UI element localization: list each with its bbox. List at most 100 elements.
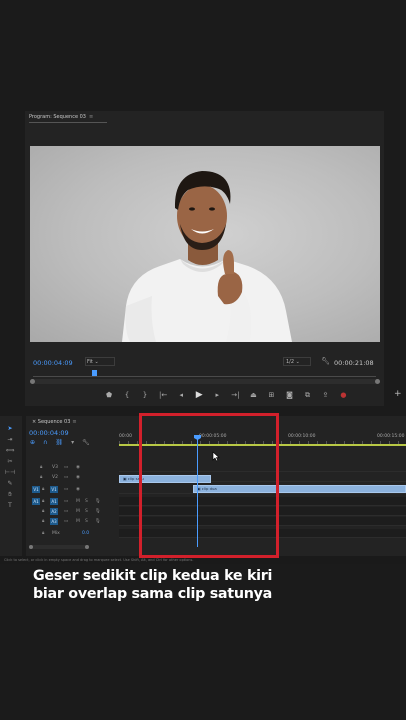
selection-tool-icon[interactable]: ➤ xyxy=(4,424,16,433)
mark-out-icon[interactable]: } xyxy=(141,391,149,399)
solo-button[interactable]: S xyxy=(85,507,88,516)
source-patch-a1[interactable]: A1 xyxy=(32,498,40,505)
record-icon[interactable]: ● xyxy=(339,391,347,399)
scroll-handle-left[interactable] xyxy=(30,379,35,384)
track-label: V3 xyxy=(52,465,58,470)
step-forward-icon[interactable]: ▸ xyxy=(213,391,221,399)
ruler-tick-label: 00:00:15:00 xyxy=(377,434,405,439)
sync-lock-icon[interactable]: ▭ xyxy=(64,497,68,506)
program-monitor-tab[interactable]: Program: Sequence 03 ≡ xyxy=(29,114,93,120)
track-header-v2: 🔒︎ V2 ▭ ◉ xyxy=(32,473,118,482)
program-monitor-panel: Program: Sequence 03 ≡ 00:00:04:09 Fit ⌄… xyxy=(25,111,402,406)
panel-menu-icon[interactable]: ≡ xyxy=(89,114,93,120)
settings-wrench-icon[interactable]: 🔧︎ xyxy=(321,357,330,365)
chevron-down-icon: ⌄ xyxy=(94,359,99,365)
target-track-a1[interactable]: A1 xyxy=(50,498,58,505)
scroll-handle-right[interactable] xyxy=(375,379,380,384)
eye-icon[interactable]: ◉ xyxy=(76,485,80,494)
mute-button[interactable]: M xyxy=(76,517,80,526)
timeline-zoom-scrollbar[interactable] xyxy=(29,545,89,549)
track-header-v1: V1 🔒︎ V1 ▭ ◉ xyxy=(32,485,118,494)
type-tool-icon[interactable]: T xyxy=(4,501,16,510)
comparison-view-icon[interactable]: ⧉ xyxy=(303,391,311,400)
playhead-timecode[interactable]: 00:00:04:09 xyxy=(33,359,73,367)
sync-lock-icon[interactable]: ▭ xyxy=(64,485,68,494)
button-editor-plus-icon[interactable]: + xyxy=(394,389,402,399)
share-icon[interactable]: ⇪ xyxy=(321,391,329,399)
scroll-handle-left[interactable] xyxy=(29,545,33,549)
monitor-zoom-scrollbar[interactable] xyxy=(30,379,380,384)
track-header-v3: 🔒︎ V3 ▭ ◉ xyxy=(32,463,118,472)
microphone-icon[interactable]: 🎙︎ xyxy=(95,517,101,526)
add-marker-icon[interactable]: ▾ xyxy=(71,439,74,446)
lock-icon[interactable]: 🔒︎ xyxy=(42,507,44,516)
program-monitor-tab-label: Program: Sequence 03 xyxy=(29,114,86,120)
sync-lock-icon[interactable]: ▭ xyxy=(64,507,68,516)
nest-icon[interactable]: ⊕ xyxy=(30,439,35,446)
lock-icon[interactable]: 🔒︎ xyxy=(40,473,42,482)
microphone-icon[interactable]: 🎙︎ xyxy=(95,497,101,506)
timeline-timecode[interactable]: 00:00:04:09 xyxy=(29,429,69,437)
sync-lock-icon[interactable]: ▭ xyxy=(64,473,68,482)
step-back-icon[interactable]: ◂ xyxy=(177,391,185,399)
solo-button[interactable]: S xyxy=(85,497,88,506)
mark-in-icon[interactable]: { xyxy=(123,391,131,399)
monitor-time-ruler[interactable] xyxy=(33,371,376,379)
track-header-a1: A1 🔒︎ A1 ▭ M S 🎙︎ xyxy=(32,497,118,506)
playback-resolution-value: 1/2 ⌄ xyxy=(286,359,300,365)
timeline-tab-label: Sequence 03 xyxy=(37,419,71,425)
track-select-tool-icon[interactable]: ⇥ xyxy=(4,435,16,444)
caption-line: Geser sedikit clip kedua ke kiri xyxy=(33,568,273,584)
eye-icon[interactable]: ◉ xyxy=(76,463,80,472)
zoom-level-value: Fit ⌄ xyxy=(87,359,99,365)
video-preview-image xyxy=(122,171,292,342)
video-preview xyxy=(30,146,380,342)
mute-button[interactable]: M xyxy=(76,507,80,516)
go-to-in-icon[interactable]: |← xyxy=(159,391,167,399)
track-label: V2 xyxy=(52,475,58,480)
target-track-a3[interactable]: A3 xyxy=(50,518,58,525)
ripple-edit-tool-icon[interactable]: ⟺ xyxy=(4,446,16,455)
add-marker-icon[interactable]: ⬟ xyxy=(105,391,113,399)
mute-button[interactable]: M xyxy=(76,497,80,506)
snap-icon[interactable]: ∩ xyxy=(43,439,47,446)
lock-icon[interactable]: 🔒︎ xyxy=(42,485,44,494)
sync-lock-icon[interactable]: ▭ xyxy=(64,517,68,526)
solo-button[interactable]: S xyxy=(85,517,88,526)
chevron-down-icon: ⌄ xyxy=(295,359,300,365)
lock-icon[interactable]: 🔒︎ xyxy=(40,463,42,472)
timeline-settings-wrench-icon[interactable]: 🔧︎ xyxy=(82,439,90,446)
razor-tool-icon[interactable]: ✂ xyxy=(4,457,16,466)
target-track-v1[interactable]: V1 xyxy=(50,486,58,493)
tab-underline xyxy=(29,122,107,123)
timeline-tab[interactable]: × Sequence 03 ≡ xyxy=(32,419,77,425)
track-header-a2: 🔒︎ A2 ▭ M S 🎙︎ xyxy=(32,507,118,516)
mix-volume-value[interactable]: 0.0 xyxy=(82,529,89,538)
slip-tool-icon[interactable]: ⊢⊣ xyxy=(4,468,16,477)
linked-selection-icon[interactable]: ⛓︎ xyxy=(55,439,63,446)
microphone-icon[interactable]: 🎙︎ xyxy=(95,507,101,516)
target-track-a2[interactable]: A2 xyxy=(50,508,58,515)
lock-icon[interactable]: 🔒︎ xyxy=(42,529,44,538)
play-icon[interactable]: ▶ xyxy=(195,390,203,400)
tools-panel: ➤ ⇥ ⟺ ✂ ⊢⊣ ✎ ✋︎ T xyxy=(0,416,22,556)
panel-menu-icon[interactable]: ≡ xyxy=(72,419,76,425)
monitor-playhead[interactable] xyxy=(92,370,97,376)
tutorial-caption: Geser sedikit clip kedua ke kiri biar ov… xyxy=(33,567,393,603)
lock-icon[interactable]: 🔒︎ xyxy=(42,497,44,506)
source-patch-v1[interactable]: V1 xyxy=(32,486,40,493)
close-icon[interactable]: × xyxy=(32,419,36,425)
mix-label: Mix xyxy=(52,531,60,536)
hand-tool-icon[interactable]: ✋︎ xyxy=(4,490,16,499)
scroll-handle-right[interactable] xyxy=(85,545,89,549)
export-frame-icon[interactable]: ◙ xyxy=(285,391,293,399)
lock-icon[interactable]: 🔒︎ xyxy=(42,517,44,526)
mouse-cursor-icon xyxy=(212,451,220,462)
lift-icon[interactable]: ⏏ xyxy=(249,391,257,399)
ruler-tick-label: 00:00:10:00 xyxy=(288,434,316,439)
sync-lock-icon[interactable]: ▭ xyxy=(64,463,68,472)
extract-icon[interactable]: ⊞ xyxy=(267,391,275,399)
go-to-out-icon[interactable]: →| xyxy=(231,391,239,399)
eye-icon[interactable]: ◉ xyxy=(76,473,80,482)
pen-tool-icon[interactable]: ✎ xyxy=(4,479,16,488)
